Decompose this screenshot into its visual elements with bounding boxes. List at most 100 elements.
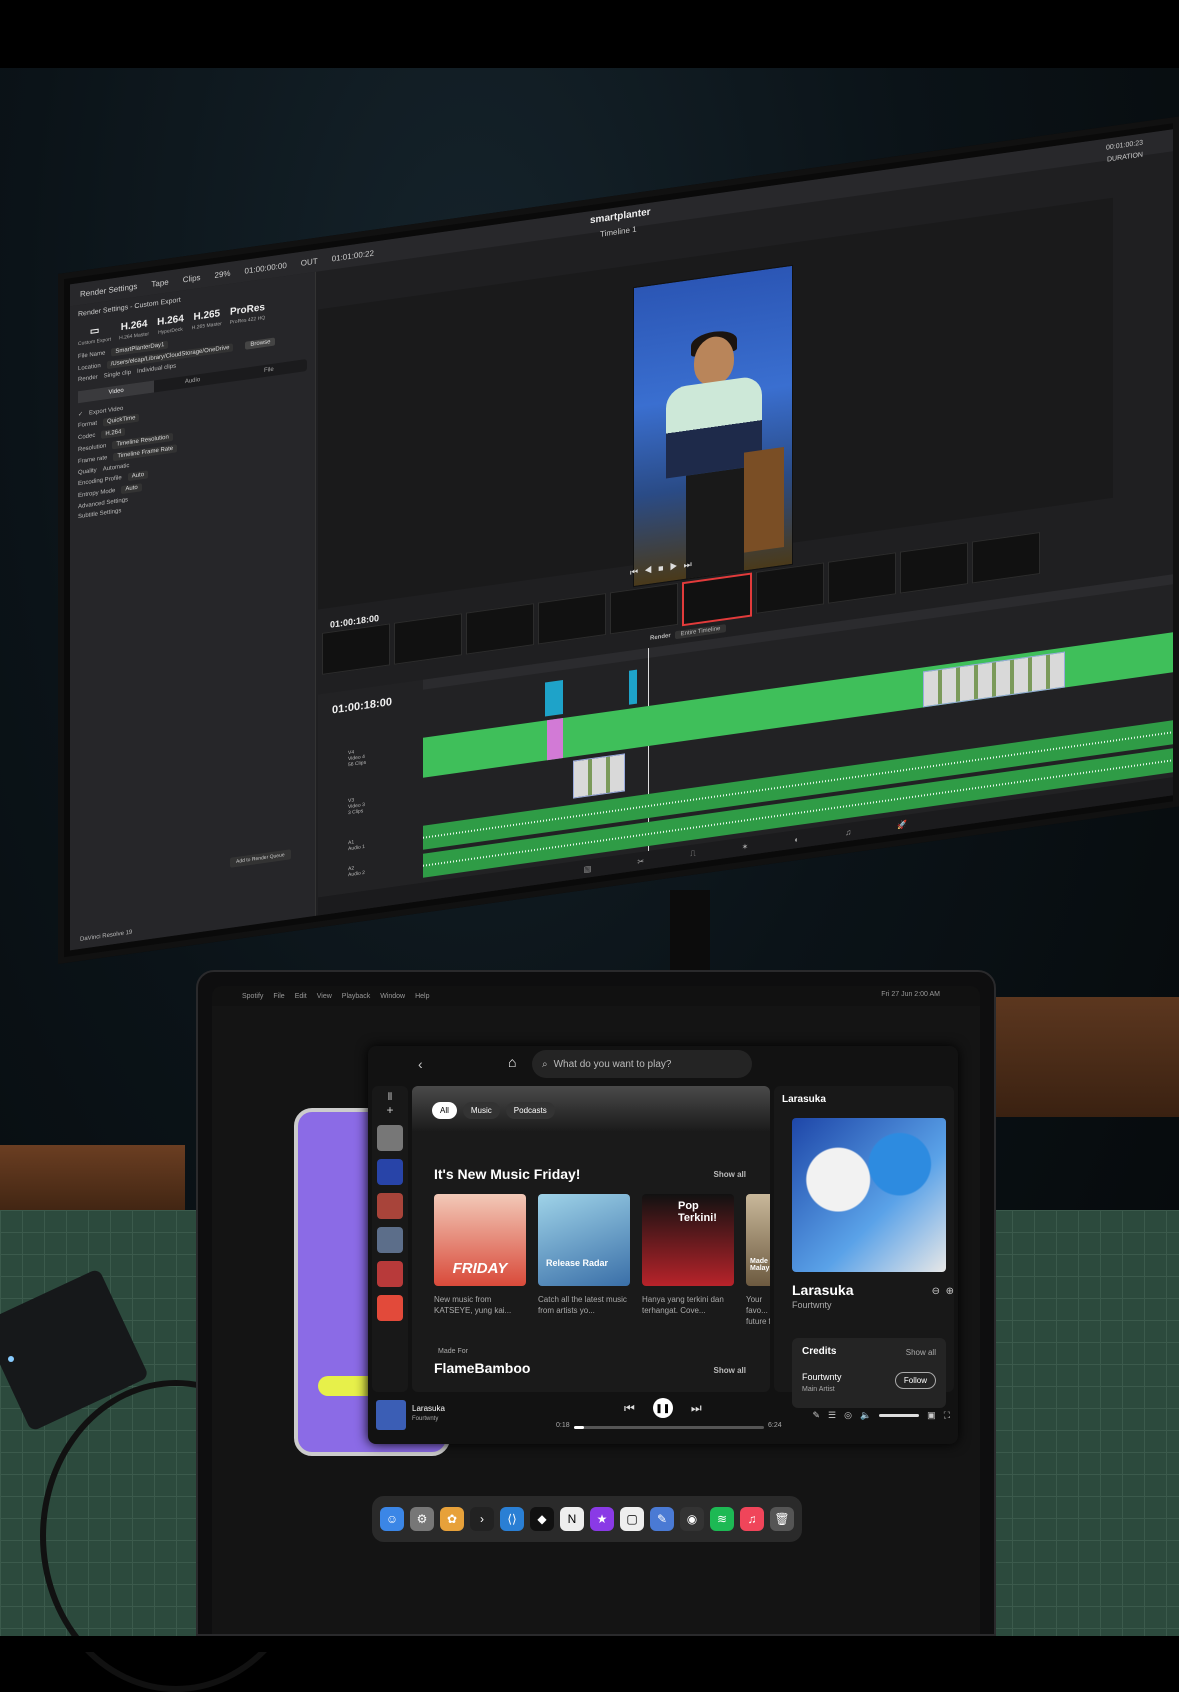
library-item[interactable] xyxy=(377,1227,403,1253)
settings-icon[interactable]: ⚙ xyxy=(410,1507,434,1531)
edit-page-icon[interactable]: ⎍ xyxy=(690,848,696,859)
menu-window[interactable]: Window xyxy=(380,993,405,1000)
deliver-page-icon[interactable]: 🚀 xyxy=(897,819,907,829)
clip-thumb[interactable] xyxy=(322,623,390,675)
volume-slider[interactable] xyxy=(879,1414,920,1417)
player-song[interactable]: Larasuka xyxy=(412,1404,445,1413)
add-icon[interactable]: + xyxy=(372,1103,408,1117)
timeline-clip[interactable] xyxy=(573,753,625,799)
timeline-clip[interactable] xyxy=(545,680,563,717)
connect-device-icon[interactable]: ◎ xyxy=(844,1410,852,1421)
timeline-clip[interactable] xyxy=(629,669,637,705)
music-icon[interactable]: ♫ xyxy=(740,1507,764,1531)
progress-bar[interactable] xyxy=(574,1426,764,1429)
star-app-icon[interactable]: ★ xyxy=(590,1507,614,1531)
play-icon[interactable]: ▶ xyxy=(670,560,684,572)
pause-button[interactable]: ❚❚ xyxy=(652,1398,673,1418)
spotify-icon[interactable]: ≋ xyxy=(710,1507,734,1531)
library-icon[interactable]: ⫴ xyxy=(372,1092,408,1103)
preset-custom-export[interactable]: ▭ Custom Export xyxy=(78,324,111,347)
color-page-icon[interactable]: ◐ xyxy=(794,834,799,844)
clip-thumb[interactable] xyxy=(828,552,896,604)
player-thumb[interactable] xyxy=(376,1400,406,1430)
media-page-icon[interactable]: ▤ xyxy=(584,864,592,874)
menubar-clock[interactable]: Fri 27 Jun 2:00 AM xyxy=(881,991,940,998)
remove-icon[interactable]: ⊖ xyxy=(932,1286,940,1297)
menu-edit[interactable]: Edit xyxy=(295,993,307,1000)
section-title-made-for[interactable]: FlameBamboo xyxy=(434,1360,530,1376)
playlist-card[interactable]: Release Radar Catch all the latest music… xyxy=(538,1194,630,1327)
fusion-page-icon[interactable]: ✶ xyxy=(742,841,749,851)
follow-button[interactable]: Follow xyxy=(894,1372,936,1389)
vscode-icon[interactable]: ⟨⟩ xyxy=(500,1507,524,1531)
library-item[interactable] xyxy=(377,1159,403,1185)
library-item[interactable] xyxy=(377,1261,403,1287)
chip-music[interactable]: Music xyxy=(462,1102,500,1119)
menu-file[interactable]: File xyxy=(273,993,284,1000)
preset-hyperdeck[interactable]: H.264 HyperDeck xyxy=(157,313,184,336)
fullscreen-icon[interactable]: ⛶ xyxy=(944,1410,950,1421)
app-icon[interactable]: ▢ xyxy=(620,1507,644,1531)
encoding-profile-select[interactable]: Auto xyxy=(127,470,149,482)
entropy-mode-select[interactable]: Auto xyxy=(121,483,142,495)
timeline-clip[interactable] xyxy=(547,718,563,761)
chip-podcasts[interactable]: Podcasts xyxy=(505,1102,555,1119)
menu-view[interactable]: View xyxy=(317,993,332,1000)
miniplayer-icon[interactable]: ▣ xyxy=(927,1410,936,1421)
menu-playback[interactable]: Playback xyxy=(342,993,370,1000)
clip-thumb[interactable] xyxy=(466,603,534,655)
trash-icon[interactable]: 🗑 xyxy=(770,1507,794,1531)
clip-thumb-selected[interactable] xyxy=(682,572,752,627)
previous-icon[interactable]: ⏮ xyxy=(624,1401,635,1416)
chip-all[interactable]: All xyxy=(432,1102,457,1119)
preset-h265-master[interactable]: H.265 H.265 Master xyxy=(192,308,222,331)
home-icon[interactable]: ⌂ xyxy=(508,1054,524,1070)
clip-thumb[interactable] xyxy=(756,562,824,614)
show-all-link[interactable]: Show all xyxy=(714,1170,746,1179)
menu-help[interactable]: Help xyxy=(415,993,429,1000)
clip-thumb[interactable] xyxy=(972,531,1040,584)
library-item[interactable] xyxy=(377,1193,403,1219)
single-clip-radio[interactable]: Single clip xyxy=(104,370,131,380)
volume-icon[interactable]: 🔈 xyxy=(860,1410,871,1421)
credit-name[interactable]: Fourtwnty xyxy=(802,1372,842,1382)
now-playing-song[interactable]: Larasuka xyxy=(792,1282,853,1298)
stop-icon[interactable]: ■ xyxy=(658,562,669,574)
figma-icon[interactable]: ◆ xyxy=(530,1507,554,1531)
playlist-card[interactable]: Pop Terkini! Hanya yang terkini dan terh… xyxy=(642,1194,734,1327)
play-reverse-icon[interactable]: ◀ xyxy=(644,564,658,576)
individual-clips-radio[interactable]: Individual clips xyxy=(137,363,176,374)
clip-thumb[interactable] xyxy=(394,613,462,665)
library-item[interactable] xyxy=(377,1125,403,1151)
clip-thumb[interactable] xyxy=(610,582,678,635)
credits-show-all[interactable]: Show all xyxy=(906,1348,936,1357)
now-playing-artist[interactable]: Fourtwnty xyxy=(792,1300,832,1310)
terminal-icon[interactable]: › xyxy=(470,1507,494,1531)
add-to-render-queue-button[interactable]: Add to Render Queue xyxy=(230,849,291,868)
davinci-resolve-icon[interactable]: ◉ xyxy=(680,1507,704,1531)
clip-thumb[interactable] xyxy=(538,592,606,645)
search-input[interactable]: What do you want to play? xyxy=(554,1059,672,1070)
search-bar[interactable]: ⌕ What do you want to play? xyxy=(532,1050,752,1078)
tab-render-settings[interactable]: Render Settings xyxy=(80,281,137,298)
library-item[interactable] xyxy=(377,1295,403,1321)
tab-tape[interactable]: Tape xyxy=(151,277,168,288)
clip-thumb[interactable] xyxy=(900,542,968,594)
tab-clips[interactable]: Clips xyxy=(183,272,201,283)
notion-icon[interactable]: N xyxy=(560,1507,584,1531)
show-all-link[interactable]: Show all xyxy=(714,1366,746,1375)
menu-spotify[interactable]: Spotify xyxy=(242,993,263,1000)
skip-start-icon[interactable]: ⏮ xyxy=(630,566,644,578)
queue-icon[interactable]: ☰ xyxy=(828,1410,836,1421)
skip-end-icon[interactable]: ⏭ xyxy=(684,558,698,570)
xcode-icon[interactable]: ✎ xyxy=(650,1507,674,1531)
player-artist[interactable]: Fourtwnty xyxy=(412,1416,438,1422)
playlist-card[interactable]: Made in Malaysia Your favo... future fav… xyxy=(746,1194,770,1327)
photos-icon[interactable]: ✿ xyxy=(440,1507,464,1531)
preset-h264-master[interactable]: H.264 H.264 Master xyxy=(119,318,149,341)
cut-page-icon[interactable]: ✂ xyxy=(637,856,644,866)
finder-icon[interactable]: ☺ xyxy=(380,1507,404,1531)
preset-prores[interactable]: ProRes ProRes 422 HQ xyxy=(230,302,265,326)
add-to-playlist-icon[interactable]: ⊕ xyxy=(946,1286,954,1297)
section-title-new-music-friday[interactable]: It's New Music Friday! xyxy=(434,1166,580,1182)
